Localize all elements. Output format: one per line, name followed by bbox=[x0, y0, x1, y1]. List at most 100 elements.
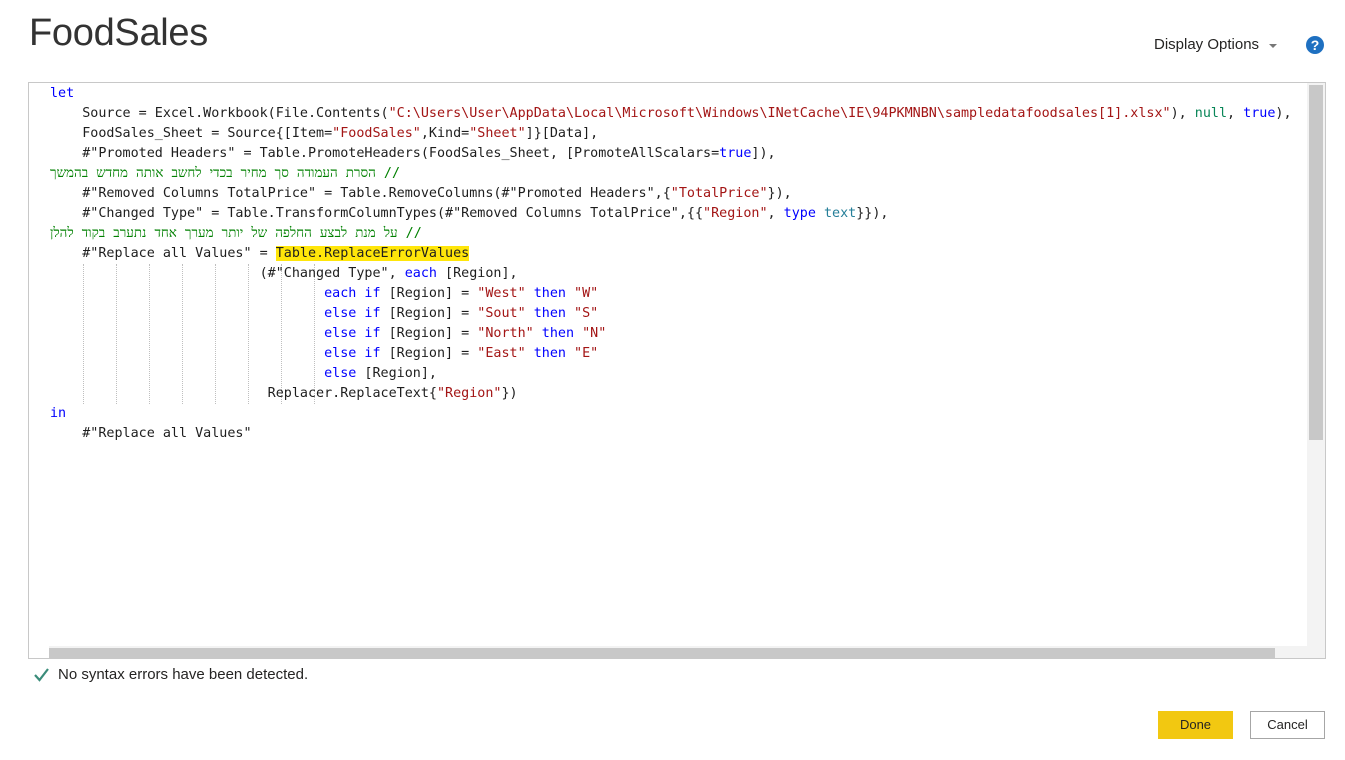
code-token: #"Replace all Values" = bbox=[50, 246, 276, 261]
code-token: in bbox=[50, 406, 67, 421]
code-token: (#"Changed Type", bbox=[50, 266, 405, 281]
code-line: #"Promoted Headers" = Table.PromoteHeade… bbox=[50, 144, 1305, 164]
code-token: else bbox=[324, 366, 357, 381]
code-line: else if [Region] = "North" then "N" bbox=[50, 324, 1305, 344]
checkmark-icon bbox=[34, 668, 49, 682]
code-token: #"Replace all Values" bbox=[50, 426, 252, 441]
code-token: #"Changed Type" = Table.TransformColumnT… bbox=[50, 206, 704, 221]
code-token: else bbox=[324, 346, 357, 361]
code-line: #"Replace all Values" bbox=[50, 424, 1305, 444]
code-token: else bbox=[324, 306, 357, 321]
code-token: #"Removed Columns TotalPrice" = Table.Re… bbox=[50, 186, 671, 201]
code-token: [Region] = bbox=[380, 346, 478, 361]
code-token: if bbox=[364, 346, 381, 361]
code-token: each bbox=[404, 266, 437, 281]
code-token: ), bbox=[1275, 106, 1292, 121]
code-token: #"Promoted Headers" = Table.PromoteHeade… bbox=[50, 146, 720, 161]
code-token: "N" bbox=[582, 326, 607, 341]
indent-guides bbox=[29, 83, 315, 404]
code-token: Table.ReplaceErrorValues bbox=[275, 246, 470, 261]
code-token: [Region] = bbox=[380, 286, 478, 301]
code-token: type bbox=[783, 206, 816, 221]
code-token: then bbox=[533, 286, 566, 301]
syntax-status-message: No syntax errors have been detected. bbox=[58, 666, 309, 683]
horizontal-scrollbar[interactable] bbox=[49, 646, 1307, 658]
code-token: true bbox=[1243, 106, 1276, 121]
code-token: Source = Excel.Workbook(File.Contents( bbox=[50, 106, 389, 121]
code-token: if bbox=[364, 326, 381, 341]
code-token: "Region" bbox=[436, 386, 502, 401]
code-line: #"Changed Type" = Table.TransformColumnT… bbox=[50, 204, 1305, 224]
code-token: "East" bbox=[477, 346, 526, 361]
code-line: each if [Region] = "West" then "W" bbox=[50, 284, 1305, 304]
syntax-status: No syntax errors have been detected. bbox=[33, 666, 308, 683]
code-line: #"Removed Columns TotalPrice" = Table.Re… bbox=[50, 184, 1305, 204]
code-line: Source = Excel.Workbook(File.Contents("C… bbox=[50, 104, 1305, 124]
caret-down-icon bbox=[1269, 43, 1278, 48]
code-token: , bbox=[767, 206, 784, 221]
question-circle-icon[interactable]: ? bbox=[1306, 36, 1324, 54]
code-token: else bbox=[324, 326, 357, 341]
code-line: let bbox=[50, 84, 1305, 104]
horizontal-scrollbar-thumb[interactable] bbox=[49, 648, 1275, 658]
code-token: "S" bbox=[574, 306, 599, 321]
vertical-scrollbar-thumb[interactable] bbox=[1309, 85, 1323, 440]
code-token: null bbox=[1194, 106, 1228, 121]
display-options-label: Display Options bbox=[1154, 36, 1260, 53]
code-token: text bbox=[823, 206, 857, 221]
vertical-scrollbar[interactable] bbox=[1307, 83, 1325, 658]
code-token: ]}[Data], bbox=[525, 126, 599, 141]
code-token: }), bbox=[767, 186, 792, 201]
code-token: [Region] = bbox=[380, 326, 478, 341]
code-token: ), bbox=[1170, 106, 1195, 121]
code-token: "FoodSales" bbox=[332, 126, 421, 141]
cancel-button[interactable]: Cancel bbox=[1250, 711, 1325, 739]
code-token: [Region], bbox=[436, 266, 518, 281]
code-token: "Sout" bbox=[477, 306, 526, 321]
done-button[interactable]: Done bbox=[1158, 711, 1233, 739]
code-line: else [Region], bbox=[50, 364, 1305, 384]
code-line: (#"Changed Type", each [Region], bbox=[50, 264, 1305, 284]
code-token: "Region" bbox=[703, 206, 768, 221]
code-line: Replacer.ReplaceText{"Region"}) bbox=[50, 384, 1305, 404]
code-token: if bbox=[364, 306, 381, 321]
code-token: Replacer.ReplaceText{ bbox=[50, 386, 437, 401]
code-token: each bbox=[324, 286, 357, 301]
page-title: FoodSales bbox=[29, 12, 208, 54]
code-token: FoodSales_Sheet = Source{[Item= bbox=[50, 126, 333, 141]
code-area[interactable]: let Source = Excel.Workbook(File.Content… bbox=[50, 84, 1305, 444]
display-options-dropdown[interactable]: Display Options bbox=[1154, 36, 1278, 53]
code-token: ]), bbox=[751, 146, 776, 161]
code-line: #"Replace all Values" = Table.ReplaceErr… bbox=[50, 244, 1305, 264]
code-token: }) bbox=[501, 386, 518, 401]
code-line: FoodSales_Sheet = Source{[Item="FoodSale… bbox=[50, 124, 1305, 144]
code-token: // על מנת לבצע החלפה של יותר מערך אחד נת… bbox=[50, 226, 455, 241]
code-token: }}), bbox=[856, 206, 889, 221]
code-line: in bbox=[50, 404, 1305, 424]
code-token: [Region], bbox=[356, 366, 437, 381]
code-token: "Sheet" bbox=[469, 126, 526, 141]
code-token: "West" bbox=[477, 286, 526, 301]
code-token: "North" bbox=[477, 326, 534, 341]
code-token: "W" bbox=[574, 286, 599, 301]
code-token: "E" bbox=[574, 346, 599, 361]
query-editor[interactable]: let Source = Excel.Workbook(File.Content… bbox=[28, 82, 1326, 659]
code-token: if bbox=[364, 286, 381, 301]
code-line: else if [Region] = "Sout" then "S" bbox=[50, 304, 1305, 324]
code-token: , bbox=[1227, 106, 1244, 121]
code-token: // הסרת העמודה סך מחיר בכדי לחשב אותה מח… bbox=[50, 166, 433, 181]
